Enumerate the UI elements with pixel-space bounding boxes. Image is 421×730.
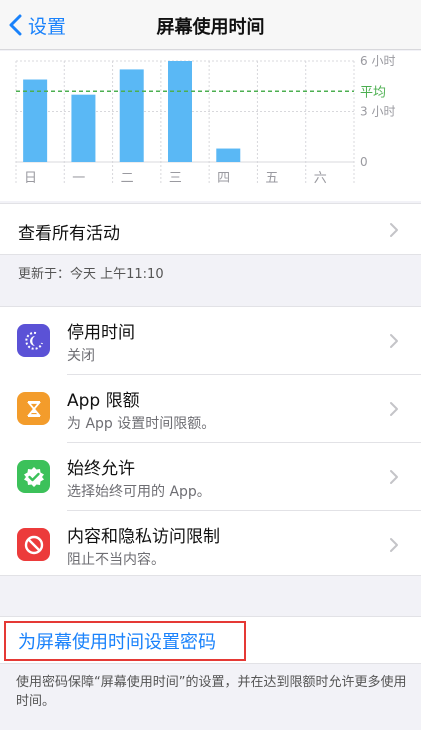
setting-subtitle: 选择始终可用的 App。 [67,484,211,500]
chart-average-label: 平均 [360,85,386,100]
chart-bar [168,61,192,162]
hourglass-icon [26,400,41,417]
app-limits-icon-box [17,392,50,425]
chart-bar [216,148,241,162]
set-passcode-button[interactable]: 为屏幕使用时间设置密码 [4,621,246,661]
chevron-right-icon [390,538,398,552]
chevron-right-icon [390,402,398,416]
downtime-icon-box [17,324,50,357]
see-all-activity-label: 查看所有活动 [18,224,120,244]
setting-row-always-allowed[interactable]: 始终允许 选择始终可用的 App。 [0,443,421,510]
content-privacy-icon-box [17,528,50,561]
setting-row-app-limits[interactable]: App 限额 为 App 设置时间限额。 [0,375,421,442]
always-allowed-icon-box [17,460,50,493]
setting-title: 内容和隐私访问限制 [67,527,220,547]
checkmark-badge-icon [23,466,44,487]
setting-subtitle: 为 App 设置时间限额。 [67,416,216,432]
usage-chart: 平均 6 小时 3 小时 0 日 一 二 三 四 五 六 [15,54,395,186]
chart-x-tick-label: 三 [169,171,182,186]
restriction-icon [24,535,43,554]
chart-y-tick-label: 0 [360,155,368,169]
chart-bar [71,94,96,162]
passcode-footnote: 使用密码保障“屏幕使用时间”的设置，并在达到限额时允许更多使用时间。 [16,675,407,709]
setting-title: App 限额 [67,391,140,411]
chart-bar [119,69,144,162]
settings-list: 停用时间 关闭 App 限额 为 App 设置时间限额。 始终允许 选择始终可用… [0,306,421,576]
usage-chart-card: 平均 6 小时 3 小时 0 日 一 二 三 四 五 六 [0,51,421,201]
see-all-activity-row[interactable]: 查看所有活动 [0,203,421,255]
chart-x-tick-label: 一 [72,171,85,186]
setting-title: 停用时间 [67,323,135,343]
chevron-right-icon [390,223,398,237]
chart-x-tick-label: 四 [217,171,230,186]
chart-x-tick-label: 日 [24,171,37,186]
setting-row-content-privacy[interactable]: 内容和隐私访问限制 阻止不当内容。 [0,511,421,578]
navigation-bar: 设置 屏幕使用时间 [0,0,421,50]
chart-x-tick-label: 二 [121,171,134,186]
chart-y-tick-label: 6 小时 [360,54,395,68]
setting-row-downtime[interactable]: 停用时间 关闭 [0,307,421,374]
updated-timestamp: 更新于：今天 上午11:10 [18,267,164,282]
chart-x-tick-label: 六 [314,171,327,186]
chevron-right-icon [390,334,398,348]
setting-title: 始终允许 [67,459,135,479]
page-title: 屏幕使用时间 [156,17,265,38]
chart-x-tick-label: 五 [265,171,278,186]
chart-y-tick-label: 3 小时 [360,105,395,119]
chevron-right-icon [390,470,398,484]
passcode-card: 为屏幕使用时间设置密码 [0,616,421,664]
setting-subtitle: 关闭 [67,348,95,364]
downtime-icon [24,331,43,350]
setting-subtitle: 阻止不当内容。 [67,552,165,568]
